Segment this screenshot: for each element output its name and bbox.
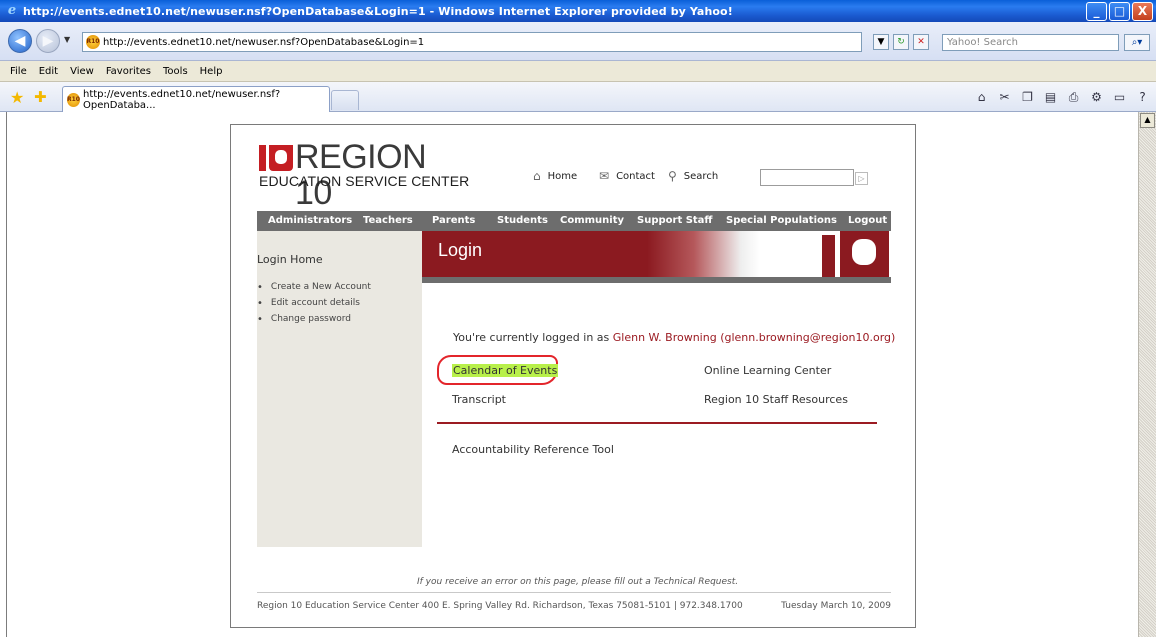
tools-gear-icon[interactable]: ⚙	[1089, 90, 1104, 105]
window-title: http://events.ednet10.net/newuser.nsf?Op…	[23, 4, 733, 18]
sidebar-heading-label: Login Home	[257, 253, 323, 266]
page-icon[interactable]: ▭	[1112, 90, 1127, 105]
search-go-icon[interactable]: ▷	[855, 172, 868, 185]
forward-button[interactable]: ▶	[36, 29, 60, 53]
new-tab-button[interactable]	[331, 90, 359, 110]
sidebar-heading[interactable]: Login Home	[257, 253, 323, 266]
nav-administrators[interactable]: Administrators	[268, 215, 352, 226]
search-link[interactable]: ⚲ Search	[668, 169, 718, 183]
menu-favorites[interactable]: Favorites	[100, 66, 157, 77]
home-link[interactable]: ⌂ Home	[533, 169, 577, 183]
logo-subtitle: EDUCATION SERVICE CENTER	[259, 173, 470, 189]
internet-explorer-icon: e	[7, 3, 17, 18]
sidebar-item-change-password[interactable]: Change password	[257, 311, 371, 327]
nav-parents[interactable]: Parents	[432, 215, 475, 226]
menu-help[interactable]: Help	[194, 66, 229, 77]
menu-view[interactable]: View	[64, 66, 100, 77]
sidebar-item-label: Edit account details	[270, 298, 360, 308]
tab-toolbar: ★ ✚ R10 http://events.ednet10.net/newuse…	[0, 82, 1156, 112]
search-link-label: Search	[683, 170, 719, 182]
sidebar-list: Create a New Account Edit account detail…	[257, 279, 371, 327]
envelope-icon: ✉	[599, 169, 610, 183]
nav-logout[interactable]: Logout	[848, 215, 887, 226]
close-button[interactable]: X	[1132, 1, 1153, 21]
home-link-label: Home	[547, 170, 578, 182]
sidebar-item-label: Create a New Account	[270, 282, 371, 292]
menu-bar: File Edit View Favorites Tools Help	[0, 61, 1156, 82]
site-page: REGION 10 EDUCATION SERVICE CENTER ⌂ Hom…	[230, 124, 916, 628]
sidebar-item-edit-account[interactable]: Edit account details	[257, 295, 371, 311]
copy-icon[interactable]: ❐	[1020, 90, 1035, 105]
page-viewport: REGION 10 EDUCATION SERVICE CENTER ⌂ Hom…	[0, 112, 1137, 637]
sidebar: Login Home Create a New Account Edit acc…	[257, 231, 422, 547]
nav-students[interactable]: Students	[497, 215, 548, 226]
forward-arrow-icon: ▶	[42, 33, 54, 49]
add-favorites-icon[interactable]: ✚	[34, 88, 47, 106]
calendar-of-events-link[interactable]: Calendar of Events	[452, 364, 559, 377]
login-status-prefix: You're currently logged in as	[453, 331, 613, 344]
tab-favicon-icon: R10	[67, 92, 80, 107]
stop-icon[interactable]: ✕	[913, 34, 929, 50]
footer-address: Region 10 Education Service Center 400 E…	[257, 601, 743, 611]
tab-label: http://events.ednet10.net/newuser.nsf?Op…	[82, 88, 281, 111]
contact-link-label: Contact	[616, 170, 655, 182]
cut-icon[interactable]: ✂	[997, 90, 1012, 105]
region10-logo[interactable]: REGION 10 EDUCATION SERVICE CENTER	[259, 139, 470, 211]
nav-special-populations[interactable]: Special Populations	[726, 215, 837, 226]
login-banner: Login	[422, 231, 891, 277]
back-button[interactable]: ◀	[8, 29, 32, 53]
menu-file[interactable]: File	[4, 66, 33, 77]
footer-divider	[257, 592, 891, 593]
sidebar-item-create-account[interactable]: Create a New Account	[257, 279, 371, 295]
staff-resources-link[interactable]: Region 10 Staff Resources	[704, 393, 848, 406]
maximize-button[interactable]: □	[1109, 1, 1130, 21]
menu-tools[interactable]: Tools	[157, 66, 194, 77]
login-status: You're currently logged in as Glenn W. B…	[453, 331, 895, 344]
site-favicon-icon: R10	[86, 35, 100, 49]
help-icon[interactable]: ?	[1135, 90, 1150, 105]
scroll-up-icon[interactable]: ▲	[1140, 113, 1155, 128]
menu-edit[interactable]: Edit	[33, 66, 64, 77]
section-divider	[437, 422, 877, 424]
home-icon[interactable]: ⌂	[974, 90, 989, 105]
magnifier-icon: ⚲	[668, 169, 677, 183]
address-url: http://events.ednet10.net/newuser.nsf?Op…	[103, 36, 425, 48]
address-toolbar: ◀ ▶ ▼ R10 http://events.ednet10.net/newu…	[0, 22, 1156, 61]
home-icon: ⌂	[533, 169, 541, 183]
nav-support-staff[interactable]: Support Staff	[637, 215, 713, 226]
paste-icon[interactable]: ▤	[1043, 90, 1058, 105]
user-name[interactable]: Glenn W. Browning (glenn.browning@region…	[613, 331, 896, 344]
region10-logo-mark-icon	[259, 145, 293, 171]
nav-teachers[interactable]: Teachers	[363, 215, 413, 226]
favorites-star-icon[interactable]: ★	[10, 88, 24, 107]
address-input[interactable]: R10 http://events.ednet10.net/newuser.ns…	[82, 32, 862, 52]
banner-divider	[422, 277, 891, 283]
search-input[interactable]: Yahoo! Search	[942, 34, 1119, 51]
window-controls: _ □ X	[1086, 1, 1153, 21]
viewport-edge	[6, 112, 7, 637]
command-bar: ⌂ ✂ ❐ ▤ ⎙ ⚙ ▭ ?	[974, 90, 1150, 105]
footer-date: Tuesday March 10, 2009	[781, 601, 891, 611]
online-learning-center-link[interactable]: Online Learning Center	[704, 364, 831, 377]
sidebar-item-label: Change password	[270, 314, 351, 324]
window-titlebar: e http://events.ednet10.net/newuser.nsf?…	[0, 0, 1156, 22]
vertical-scrollbar[interactable]: ▲	[1138, 112, 1156, 637]
technical-request-note[interactable]: If you receive an error on this page, pl…	[417, 577, 738, 587]
contact-link[interactable]: ✉ Contact	[599, 169, 655, 183]
minimize-button[interactable]: _	[1086, 1, 1107, 21]
page-title: Login	[438, 240, 483, 260]
browser-tab[interactable]: R10 http://events.ednet10.net/newuser.ns…	[62, 86, 330, 112]
back-arrow-icon: ◀	[14, 33, 26, 49]
search-icon[interactable]: ⌕▾	[1124, 34, 1150, 51]
refresh-icon[interactable]: ↻	[893, 34, 909, 50]
print-icon[interactable]: ⎙	[1066, 90, 1081, 105]
transcript-link[interactable]: Transcript	[452, 393, 506, 406]
history-dropdown-icon[interactable]: ▼	[64, 35, 70, 44]
accountability-reference-tool-link[interactable]: Accountability Reference Tool	[452, 443, 614, 456]
main-nav: Administrators Teachers Parents Students…	[257, 211, 891, 231]
nav-community[interactable]: Community	[560, 215, 624, 226]
address-dropdown-icon[interactable]: ▼	[873, 34, 889, 50]
site-search-input[interactable]	[760, 169, 854, 186]
banner-logo-icon	[818, 231, 889, 277]
